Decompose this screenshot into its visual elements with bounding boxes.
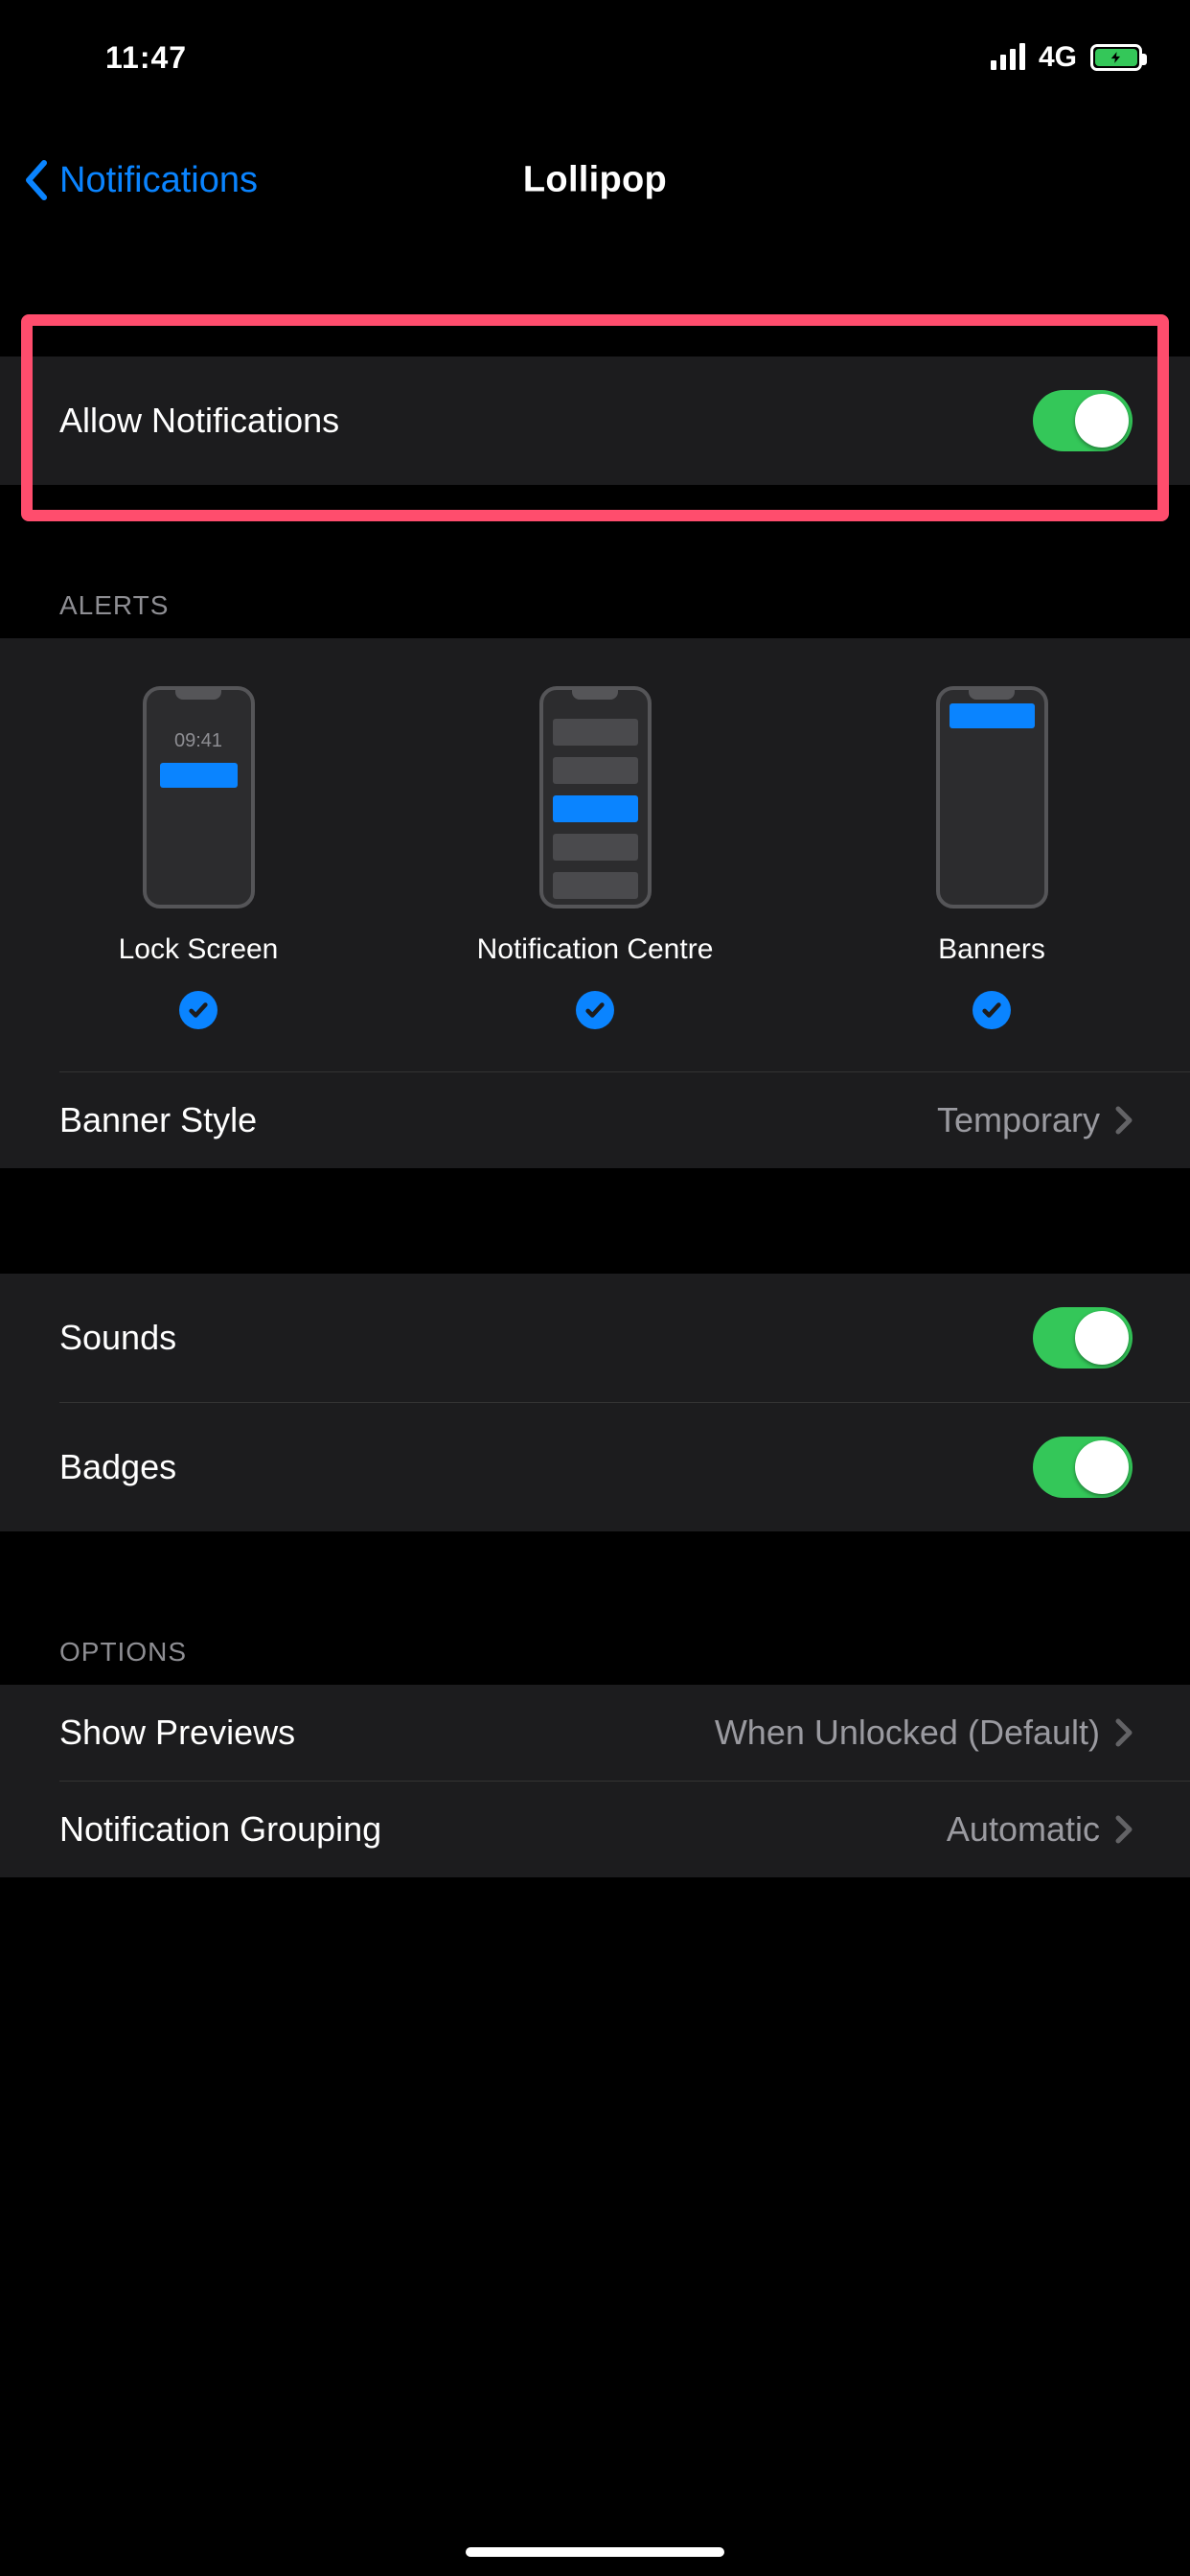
status-bar: 11:47 4G [0,0,1190,115]
chevron-right-icon [1115,1815,1133,1844]
battery-icon [1090,44,1142,71]
alerts-header: ALERTS [0,590,1190,638]
alert-option-notification-centre[interactable]: Notification Centre [397,686,793,1029]
banners-checkmark-icon [973,991,1011,1029]
lock-screen-checkmark-icon [179,991,217,1029]
banner-style-value: Temporary [937,1100,1100,1140]
allow-notifications-label: Allow Notifications [59,401,339,441]
allow-notifications-row[interactable]: Allow Notifications [0,356,1190,485]
alert-styles-row: 09:41 Lock Screen Notificatio [0,638,1190,1071]
charging-bolt-icon [1110,48,1123,67]
status-indicators: 4G [991,41,1142,74]
notification-grouping-value: Automatic [947,1809,1100,1850]
alert-option-banners[interactable]: Banners [793,686,1190,1029]
sounds-label: Sounds [59,1318,176,1358]
allow-notifications-group: Allow Notifications [0,356,1190,485]
badges-label: Badges [59,1447,176,1487]
sounds-toggle[interactable] [1033,1307,1133,1368]
chevron-right-icon [1115,1106,1133,1135]
options-header: OPTIONS [0,1637,1190,1685]
notification-centre-label: Notification Centre [477,933,714,966]
banner-style-row[interactable]: Banner Style Temporary [0,1072,1190,1168]
notification-grouping-row[interactable]: Notification Grouping Automatic [0,1782,1190,1877]
banner-style-label: Banner Style [59,1100,257,1140]
cellular-signal-icon [991,45,1025,70]
nav-bar: Notifications Lollipop [0,127,1190,233]
lock-screen-label: Lock Screen [119,933,279,966]
alert-option-lock-screen[interactable]: 09:41 Lock Screen [0,686,397,1029]
lock-screen-preview-icon: 09:41 [143,686,255,908]
show-previews-row[interactable]: Show Previews When Unlocked (Default) [0,1685,1190,1781]
cellular-label: 4G [1039,41,1077,74]
notification-centre-preview-icon [539,686,652,908]
chevron-right-icon [1115,1718,1133,1747]
alerts-group: 09:41 Lock Screen Notificatio [0,638,1190,1168]
show-previews-value: When Unlocked (Default) [715,1713,1100,1753]
badges-row[interactable]: Badges [0,1403,1190,1531]
notification-grouping-label: Notification Grouping [59,1809,381,1850]
show-previews-label: Show Previews [59,1713,295,1753]
banners-preview-icon [936,686,1048,908]
banners-label: Banners [938,933,1045,966]
sounds-badges-group: Sounds Badges [0,1274,1190,1531]
badges-toggle[interactable] [1033,1437,1133,1498]
status-time: 11:47 [105,40,187,76]
nav-title: Lollipop [0,160,1190,201]
sounds-row[interactable]: Sounds [0,1274,1190,1402]
options-group: Show Previews When Unlocked (Default) No… [0,1685,1190,1877]
home-indicator[interactable] [466,2547,724,2557]
allow-notifications-toggle[interactable] [1033,390,1133,451]
notification-centre-checkmark-icon [576,991,614,1029]
